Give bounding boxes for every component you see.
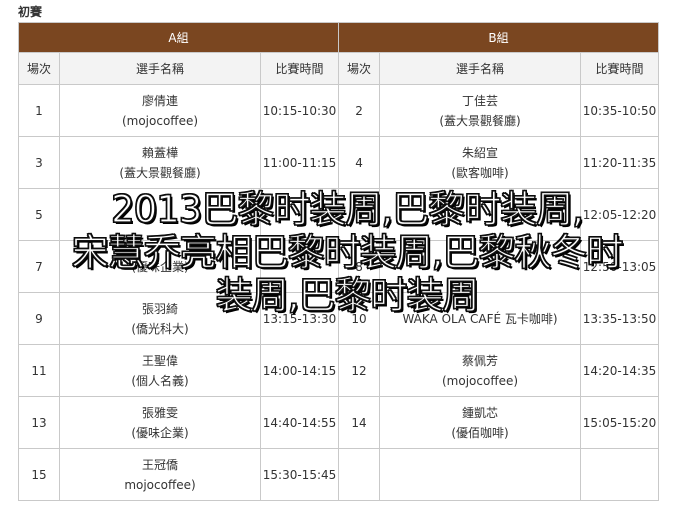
player-team: (mojocoffee) [442,373,519,388]
player-cell [59,188,261,241]
table-row: 9 張羽綺 (僑光科大) 13:15-13:30 10 WAKA OLA CAFÉ… [18,292,660,345]
round-cell: 11 [18,344,60,397]
round-cell: 8 [338,240,381,293]
player-cell [379,188,582,241]
time-cell: 10:15-10:30 [259,84,340,137]
column-header-row: 場次 選手名稱 比賽時間 場次 選手名稱 比賽時間 [18,52,660,85]
round-cell: 3 [18,136,60,189]
time-cell: 14:20-14:35 [580,344,660,397]
player-team: (個人名義) [131,373,189,388]
player-name: 張羽綺 [141,301,178,316]
player-name: 王冠僑 [141,457,178,472]
time-cell: 12:50-13:05 [580,240,660,293]
time-cell: 15:05-15:20 [580,396,660,449]
table-row: 5 6 12:05-12:20 [18,188,660,241]
round-cell: 1 [18,84,60,137]
player-cell: 王聖偉 (個人名義) [59,344,261,397]
player-team: mojocoffee) [124,477,196,492]
player-cell: WAKA OLA CAFÉ 瓦卡咖啡) [379,292,582,345]
time-cell: 14:00-14:15 [259,344,340,397]
player-cell: 張雅雯 (優味企業) [59,396,261,449]
round-cell: 14 [338,396,381,449]
group-a-header: A組 [17,22,340,53]
table-row: 3 賴蓋樺 (蓋大景觀餐廳) 11:00-11:15 4 朱紹宣 (歐客咖啡) 11… [18,136,660,189]
player-name: 朱紹宣 [462,145,499,160]
player-name: 賴蓋樺 [141,145,178,160]
player-name: 張雅雯 [141,405,178,420]
group-b-header: B組 [338,22,660,53]
player-team: (蓋大景觀餐廳) [119,165,201,180]
table-row: 1 廖倩連 (mojocoffee) 10:15-10:30 2 丁佳芸 (蓋大景觀… [18,84,660,137]
player-team: (優味企業) [131,259,189,274]
player-name: 廖倩連 [141,93,178,108]
player-team: (優味企業) [131,425,189,440]
group-b-player-header: 選手名稱 [379,52,582,85]
time-cell: 14:40-14:55 [259,396,340,449]
player-name: 蔡佩芳 [462,353,499,368]
player-cell: (優味企業) [59,240,261,293]
time-cell: 12:05-12:20 [580,188,660,241]
group-b-time-header: 比賽時間 [580,52,660,85]
group-a-time-header: 比賽時間 [259,52,340,85]
player-cell: 張羽綺 (僑光科大) [59,292,261,345]
time-cell: 10:35-10:50 [580,84,660,137]
round-cell [338,448,381,501]
preliminary-bracket-table: A組 B組 場次 選手名稱 比賽時間 場次 選手名稱 比賽時間 1 廖倩連 (mo… [17,22,660,501]
player-cell: 王冠僑 mojocoffee) [59,448,261,501]
round-cell: 13 [18,396,60,449]
round-cell: 5 [18,188,60,241]
time-cell [580,448,660,501]
player-team: (優佰咖啡) [451,425,509,440]
time-cell: 11:20-11:35 [580,136,660,189]
time-cell: 15:30-15:45 [259,448,340,501]
player-cell: 蔡佩芳 (mojocoffee) [379,344,582,397]
player-cell: 丁佳芸 (蓋大景觀餐廳) [379,84,582,137]
player-name: 王聖偉 [141,353,178,368]
player-cell: 廖倩連 (mojocoffee) [59,84,261,137]
group-b-round-header: 場次 [338,52,381,85]
player-team: WAKA OLA CAFÉ 瓦卡咖啡) [402,311,558,326]
round-cell: 15 [18,448,60,501]
section-title: 初賽 [18,5,43,19]
player-cell: 賴蓋樺 (蓋大景觀餐廳) [59,136,261,189]
round-cell: 6 [338,188,381,241]
table-row: 15 王冠僑 mojocoffee) 15:30-15:45 [18,448,660,501]
bracket-body: 1 廖倩連 (mojocoffee) 10:15-10:30 2 丁佳芸 (蓋大景觀… [18,84,660,501]
player-cell: 鍾凱芯 (優佰咖啡) [379,396,582,449]
time-cell: 13:35-13:50 [580,292,660,345]
player-cell: 朱紹宣 (歐客咖啡) [379,136,582,189]
group-a-round-header: 場次 [18,52,60,85]
group-a-player-header: 選手名稱 [59,52,261,85]
player-team: (歐客咖啡) [451,165,509,180]
table-row: 13 張雅雯 (優味企業) 14:40-14:55 14 鍾凱芯 (優佰咖啡) 15… [18,396,660,449]
player-team: (僑光科大) [131,321,189,336]
time-cell: 13:15-13:30 [259,292,340,345]
group-header-row: A組 B組 [17,22,660,53]
player-name: 鍾凱芯 [462,405,499,420]
player-cell [379,240,582,293]
round-cell: 4 [338,136,381,189]
round-cell: 12 [338,344,381,397]
time-cell [259,188,340,241]
table-row: 7 (優味企業) 8 12:50-13:05 [18,240,660,293]
round-cell: 7 [18,240,60,293]
player-team: (mojocoffee) [121,113,199,128]
table-row: 11 王聖偉 (個人名義) 14:00-14:15 12 蔡佩芳 (mojocoff… [18,344,660,397]
player-team: (蓋大景觀餐廳) [439,113,521,128]
player-name: 丁佳芸 [462,93,499,108]
time-cell [259,240,340,293]
time-cell: 11:00-11:15 [259,136,340,189]
round-cell: 10 [338,292,381,345]
round-cell: 9 [18,292,60,345]
round-cell: 2 [338,84,381,137]
player-cell [379,448,582,501]
